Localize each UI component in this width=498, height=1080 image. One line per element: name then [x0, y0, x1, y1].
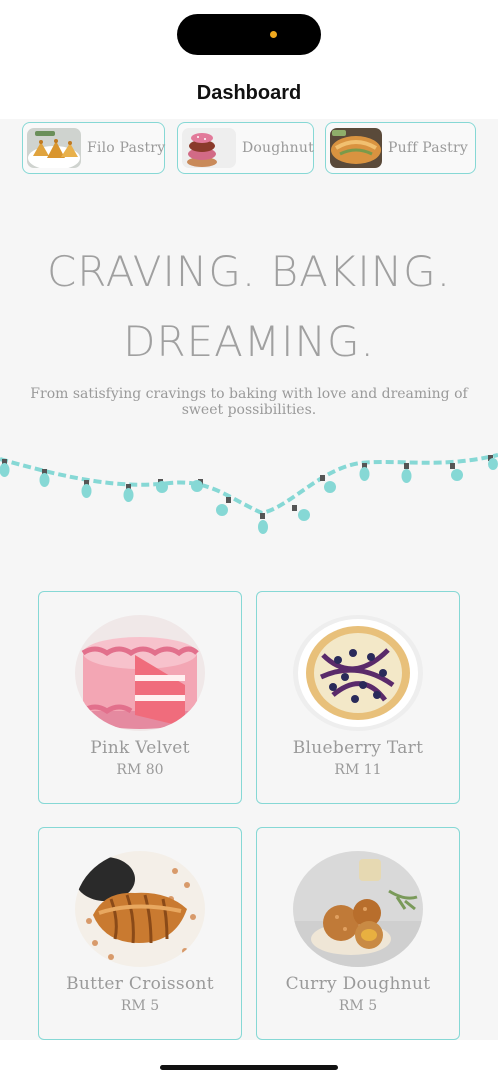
category-filo-pastry[interactable]: Filo Pastry — [22, 122, 165, 174]
category-label: Doughnut — [242, 140, 314, 156]
puff-pastry-photo — [330, 128, 382, 168]
product-price: RM 11 — [334, 762, 382, 778]
product-name: Curry Doughnut — [285, 974, 431, 994]
bulb-icon — [258, 513, 268, 534]
bulb-icon — [156, 479, 168, 493]
category-label: Puff Pastry — [388, 140, 468, 156]
hero-headline-line1: CRAVING. BAKING. — [46, 247, 452, 296]
butter-croissant-photo — [75, 851, 205, 967]
bulb-icon — [292, 505, 310, 521]
bulb-icon — [216, 497, 231, 516]
filo-pastry-photo — [27, 128, 81, 168]
product-price: RM 5 — [120, 998, 160, 1014]
privacy-indicator-dot — [270, 31, 277, 38]
product-name: Pink Velvet — [90, 738, 190, 758]
product-name: Butter Croissont — [66, 974, 214, 994]
dynamic-island — [177, 14, 321, 55]
hero-headline-line2: DREAMING. — [123, 317, 375, 366]
product-name: Blueberry Tart — [292, 738, 424, 758]
product-price: RM 80 — [116, 762, 164, 778]
dashboard-content[interactable]: Filo Pastry Doughnut Puff Pastry CRAVING… — [0, 119, 498, 1040]
product-price: RM 5 — [338, 998, 378, 1014]
blueberry-tart-photo — [293, 615, 423, 731]
category-puff-pastry[interactable]: Puff Pastry — [325, 122, 476, 174]
string-lights-decoration — [0, 453, 498, 534]
bulb-icon — [320, 475, 336, 493]
home-indicator[interactable] — [160, 1065, 338, 1070]
hero-tagline: From satisfying cravings to baking with … — [30, 386, 468, 418]
product-card-curry-doughnut[interactable]: Curry Doughnut RM 5 — [256, 827, 460, 1040]
category-label: Filo Pastry — [87, 140, 166, 156]
bulb-icon — [0, 459, 10, 477]
product-card-pink-velvet[interactable]: Pink Velvet RM 80 — [38, 591, 242, 804]
curry-doughnut-photo — [293, 851, 423, 967]
doughnut-photo — [182, 128, 236, 168]
page-title: Dashboard — [196, 82, 302, 104]
bulb-icon — [359, 463, 370, 481]
bulb-icon — [401, 463, 412, 483]
pink-velvet-cake-photo — [75, 615, 205, 731]
category-doughnut[interactable]: Doughnut — [177, 122, 314, 174]
bulb-icon — [450, 463, 463, 481]
bulb-icon — [81, 480, 92, 498]
bulb-icon — [123, 484, 134, 502]
product-card-blueberry-tart[interactable]: Blueberry Tart RM 11 — [256, 591, 460, 804]
bulb-icon — [191, 479, 203, 492]
product-card-butter-croissant[interactable]: Butter Croissont RM 5 — [38, 827, 242, 1040]
